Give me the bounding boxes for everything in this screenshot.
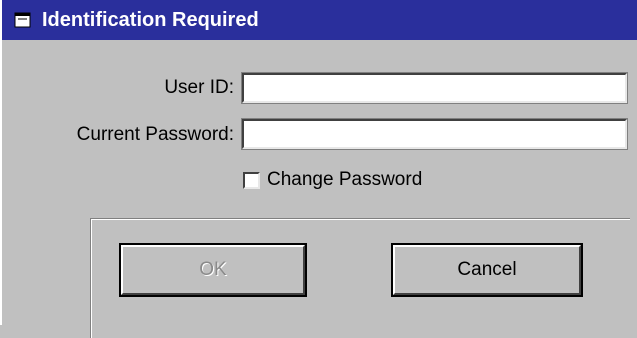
cancel-button-label: Cancel xyxy=(457,259,517,280)
change-password-checkbox[interactable] xyxy=(243,172,260,189)
current-password-input[interactable] xyxy=(241,118,628,150)
ok-button-label: OK xyxy=(199,259,227,280)
app-window-icon[interactable] xyxy=(12,9,34,31)
user-id-input[interactable] xyxy=(241,72,628,104)
user-id-label: User ID: xyxy=(164,77,234,98)
identification-dialog: Identification Required User ID: Current… xyxy=(0,0,637,338)
window-title: Identification Required xyxy=(42,8,259,31)
title-bar[interactable]: Identification Required xyxy=(2,0,637,40)
current-password-label: Current Password: xyxy=(76,124,234,145)
change-password-label[interactable]: Change Password xyxy=(267,169,422,191)
cancel-button[interactable]: Cancel xyxy=(391,243,583,297)
ok-button[interactable]: OK xyxy=(119,243,307,297)
